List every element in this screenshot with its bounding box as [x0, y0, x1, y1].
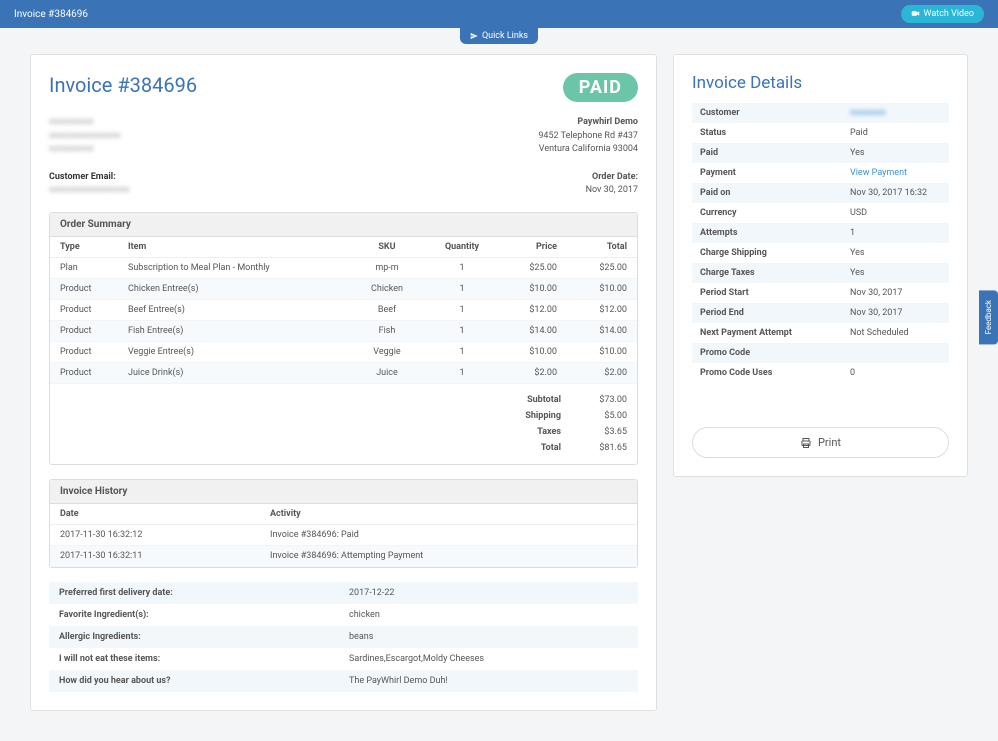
table-row: 2017-11-30 16:32:12Invoice #384696: Paid [50, 525, 637, 546]
customer-name-blurred: xxxxxxxxxx [49, 116, 120, 130]
invoice-title: Invoice #384696 [49, 73, 197, 97]
invoice-card: Invoice #384696 PAID xxxxxxxxxx xxxxxxxx… [30, 54, 657, 711]
col-qty: Quantity [427, 237, 497, 258]
detail-row: Promo Code Uses0 [692, 363, 949, 383]
custom-field-row: Allergic Ingredients:beans [49, 626, 638, 648]
customer-email-blurred: xxxxxxxxxxxxxxxxxx [49, 184, 129, 198]
customer-addr2-blurred: xxxxxxxxxx [49, 143, 120, 157]
custom-field-row: Favorite Ingredient(s):chicken [49, 604, 638, 626]
col-date: Date [50, 504, 260, 525]
detail-row: Charge ShippingYes [692, 243, 949, 263]
feedback-tab[interactable]: Feedback [979, 290, 998, 344]
order-summary-panel: Order Summary Type Item SKU Quantity Pri… [49, 212, 638, 466]
invoice-history-title: Invoice History [50, 480, 637, 504]
custom-field-row: Preferred first delivery date:2017-12-22 [49, 582, 638, 604]
customer-email-label: Customer Email: [49, 172, 116, 182]
page-title: Invoice #384696 [14, 9, 88, 20]
col-type: Type [50, 237, 118, 258]
table-row: ProductVeggie Entree(s)Veggie1$10.00$10.… [50, 341, 637, 362]
col-price: Price [497, 237, 567, 258]
col-item: Item [118, 237, 347, 258]
quick-links-button[interactable]: Quick Links [460, 28, 538, 44]
watch-video-label: Watch Video [924, 9, 974, 19]
detail-row: Charge TaxesYes [692, 263, 949, 283]
table-row: ProductJuice Drink(s)Juice1$2.00$2.00 [50, 362, 637, 383]
company-name: Paywhirl Demo [577, 117, 638, 127]
custom-field-row: I will not eat these items:Sardines,Esca… [49, 648, 638, 670]
custom-fields: Preferred first delivery date:2017-12-22… [49, 582, 638, 692]
detail-row: Paid onNov 30, 2017 16:32 [692, 183, 949, 203]
table-row: ProductFish Entree(s)Fish1$14.00$14.00 [50, 320, 637, 341]
customer-addr-blurred: xxxxxxxxxxxxxxxx [49, 130, 120, 144]
order-summary-title: Order Summary [50, 213, 637, 237]
col-total: Total [567, 237, 637, 258]
table-row: PlanSubscription to Meal Plan - Monthlym… [50, 257, 637, 278]
order-summary-table: Type Item SKU Quantity Price Total PlanS… [50, 237, 637, 384]
table-row: 2017-11-30 16:32:11Invoice #384696: Atte… [50, 546, 637, 567]
print-label: Print [818, 436, 841, 449]
detail-row: StatusPaid [692, 123, 949, 143]
table-row: ProductChicken Entree(s)Chicken1$10.00$1… [50, 278, 637, 299]
detail-row: Attempts1 [692, 223, 949, 243]
col-sku: SKU [347, 237, 427, 258]
detail-row: Promo Code [692, 343, 949, 363]
quicklinks-wrap: Quick Links [0, 28, 998, 44]
detail-row: Customerxxxxxxxx [692, 103, 949, 123]
video-icon [911, 9, 920, 19]
quicklinks-icon [470, 31, 478, 41]
invoice-details-title: Invoice Details [692, 73, 949, 93]
detail-row: Period StartNov 30, 2017 [692, 283, 949, 303]
detail-row: Period EndNov 30, 2017 [692, 303, 949, 323]
col-activity: Activity [260, 504, 637, 525]
custom-field-row: How did you hear about us?The PayWhirl D… [49, 670, 638, 692]
company-addr2: Ventura California 93004 [538, 143, 638, 157]
history-table: Date Activity 2017-11-30 16:32:12Invoice… [50, 504, 637, 567]
print-button[interactable]: Print [692, 427, 949, 458]
watch-video-button[interactable]: Watch Video [901, 5, 984, 23]
invoice-details-card: Invoice Details CustomerxxxxxxxxStatusPa… [673, 54, 968, 477]
paid-stamp: PAID [563, 73, 638, 102]
quick-links-label: Quick Links [482, 31, 528, 41]
detail-row: CurrencyUSD [692, 203, 949, 223]
detail-row: PaymentView Payment [692, 163, 949, 183]
order-date-label: Order Date: [592, 172, 638, 182]
invoice-history-panel: Invoice History Date Activity 2017-11-30… [49, 479, 638, 568]
print-icon [800, 436, 812, 449]
top-bar: Invoice #384696 Watch Video [0, 0, 998, 28]
detail-row: Next Payment AttemptNot Scheduled [692, 323, 949, 343]
order-date: Nov 30, 2017 [586, 184, 638, 198]
table-row: ProductBeef Entree(s)Beef1$12.00$12.00 [50, 299, 637, 320]
detail-row: PaidYes [692, 143, 949, 163]
order-totals: Subtotal$73.00 Shipping$5.00 Taxes$3.65 … [50, 384, 637, 465]
company-addr1: 9452 Telephone Rd #437 [538, 130, 638, 144]
